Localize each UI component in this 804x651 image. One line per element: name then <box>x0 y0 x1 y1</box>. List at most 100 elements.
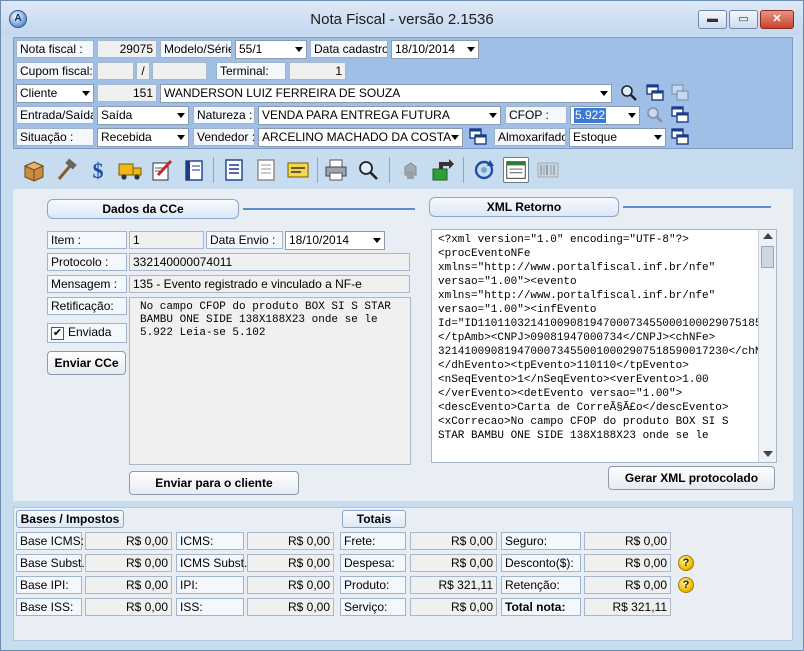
box-icon[interactable] <box>21 157 47 183</box>
window-icon[interactable] <box>503 157 529 183</box>
scroll-down-icon[interactable] <box>763 451 773 457</box>
entrada-saida-value: Saída <box>101 108 133 122</box>
data-cadastro-picker[interactable]: 18/10/2014 <box>391 40 479 59</box>
cliente-type-select[interactable]: Cliente <box>16 84 94 103</box>
vendedor-select[interactable]: ARCELINO MACHADO DA COSTA <box>258 128 463 147</box>
truck-icon[interactable] <box>117 157 143 183</box>
produto-label: Produto: <box>340 576 406 594</box>
terminal-label: Terminal: <box>216 62 286 80</box>
data-envio-label: Data Envio : <box>206 231 283 249</box>
cfop-value: 5.922 <box>574 108 607 123</box>
entrada-saida-select[interactable]: Saída <box>97 106 189 125</box>
xml-retorno-textarea[interactable]: <?xml version="1.0" encoding="UTF-8"?> <p… <box>431 229 777 463</box>
item-label: Item : <box>47 231 127 249</box>
totais-section-title: Totais <box>342 510 406 528</box>
document-gray-icon[interactable] <box>253 157 279 183</box>
nota-fiscal-label: Nota fiscal : <box>16 40 94 58</box>
xml-line: Id="ID1101103214100908194700073455000100… <box>438 318 776 330</box>
seguro-label: Seguro: <box>501 532 581 550</box>
document-icon[interactable] <box>221 157 247 183</box>
situacao-label: Situação : <box>16 128 94 146</box>
data-envio-picker[interactable]: 18/10/2014 <box>285 231 385 250</box>
icms-label: ICMS: <box>176 532 244 550</box>
xml-line: <procEventoNFe <box>438 248 531 260</box>
ipi-value: R$ 0,00 <box>247 576 334 594</box>
retencao-label: Retenção: <box>501 576 581 594</box>
title-bar: A Nota Fiscal - versão 2.1536 ▬ ▭ ✕ <box>1 1 803 35</box>
barcode-icon[interactable] <box>535 157 561 183</box>
item-field[interactable]: 1 <box>129 231 204 249</box>
ipi-label: IPI: <box>176 576 244 594</box>
cupom-serie-field[interactable] <box>152 62 207 80</box>
data-envio-value: 18/10/2014 <box>289 233 350 247</box>
icms-value: R$ 0,00 <box>247 532 334 550</box>
chevron-down-icon <box>295 47 303 52</box>
chevron-down-icon <box>373 238 381 243</box>
chevron-down-icon <box>600 91 608 96</box>
scroll-up-icon[interactable] <box>763 233 773 239</box>
mensagem-field[interactable]: 135 - Evento registrado e vinculado a NF… <box>129 275 410 293</box>
base-ipi-value: R$ 0,00 <box>85 576 172 594</box>
header-panel: Nota fiscal : 29075 Modelo/Série: 55/1 D… <box>13 37 793 149</box>
book-icon[interactable] <box>181 157 207 183</box>
search-disabled-icon[interactable] <box>646 106 664 124</box>
recycle-icon[interactable] <box>397 157 423 183</box>
retencao-help-icon[interactable]: ? <box>678 577 694 593</box>
iss-value: R$ 0,00 <box>247 598 334 616</box>
scroll-thumb[interactable] <box>761 246 774 268</box>
retificacao-textarea[interactable]: No campo CFOP do produto BOX SI S STAR B… <box>129 297 411 465</box>
money-icon[interactable]: $ <box>85 157 111 183</box>
cfop-select[interactable]: 5.922 <box>570 106 640 125</box>
protocolo-field[interactable]: 332140000074011 <box>129 253 410 271</box>
base-iss-label: Base ISS: <box>16 598 82 616</box>
cliente-code-field[interactable]: 151 <box>97 84 157 102</box>
maximize-button[interactable]: ▭ <box>729 10 758 29</box>
window: A Nota Fiscal - versão 2.1536 ▬ ▭ ✕ Nota… <box>0 0 804 651</box>
xml-scrollbar[interactable] <box>758 230 776 462</box>
gerar-xml-button[interactable]: Gerar XML protocolado <box>608 466 775 490</box>
xml-line: </verEvento><detEvento versao="1.00"> <box>438 388 683 400</box>
situacao-select[interactable]: Recebida <box>97 128 189 147</box>
servico-label: Serviço: <box>340 598 406 616</box>
windows-stack-icon[interactable] <box>646 84 664 102</box>
modelo-serie-value: 55/1 <box>239 42 263 56</box>
toolbar-separator <box>463 157 464 183</box>
natureza-select[interactable]: VENDA PARA ENTREGA FUTURA <box>258 106 501 125</box>
export-icon[interactable] <box>429 157 455 183</box>
refresh-icon[interactable] <box>471 157 497 183</box>
search-icon[interactable] <box>620 84 638 102</box>
toolbar-separator <box>389 157 390 183</box>
xml-line: versao="1.00"><evento <box>438 276 577 288</box>
chevron-down-icon <box>467 47 475 52</box>
toolbar: $ <box>13 153 793 187</box>
enviada-checkbox[interactable]: ✔ <box>51 327 64 340</box>
enviar-cce-button[interactable]: Enviar CCe <box>47 351 126 375</box>
windows-stack-icon[interactable] <box>469 128 487 146</box>
windows-stack-icon[interactable] <box>671 106 689 124</box>
natureza-label: Natureza : <box>193 106 255 124</box>
receipt-icon[interactable] <box>285 157 311 183</box>
enviar-cliente-button[interactable]: Enviar para o cliente <box>129 471 299 495</box>
cupom-fiscal-label: Cupom fiscal: <box>16 62 94 80</box>
minimize-button[interactable]: ▬ <box>698 10 727 29</box>
chevron-down-icon <box>628 113 636 118</box>
desconto-help-icon[interactable]: ? <box>678 555 694 571</box>
modelo-serie-select[interactable]: 55/1 <box>235 40 307 59</box>
cliente-name-select[interactable]: WANDERSON LUIZ FERREIRA DE SOUZA <box>160 84 612 103</box>
total-nota-label: Total nota: <box>501 598 581 616</box>
cupom-fiscal-field[interactable] <box>97 62 134 80</box>
magnifier-icon[interactable] <box>355 157 381 183</box>
close-button[interactable]: ✕ <box>760 10 794 29</box>
windows-stack-icon[interactable] <box>671 128 689 146</box>
almoxarifado-select[interactable]: Estoque <box>569 128 666 147</box>
svg-text:$: $ <box>93 158 104 183</box>
icms-subst-value: R$ 0,00 <box>247 554 334 572</box>
printer-icon[interactable] <box>323 157 349 183</box>
hammer-icon[interactable] <box>53 157 79 183</box>
chevron-down-icon <box>177 113 185 118</box>
terminal-field[interactable]: 1 <box>289 62 346 80</box>
icms-subst-label: ICMS Subst.: <box>176 554 251 572</box>
edit-icon[interactable] <box>149 157 175 183</box>
nota-fiscal-field[interactable]: 29075 <box>97 40 157 58</box>
windows-stack-disabled-icon[interactable] <box>671 84 689 102</box>
